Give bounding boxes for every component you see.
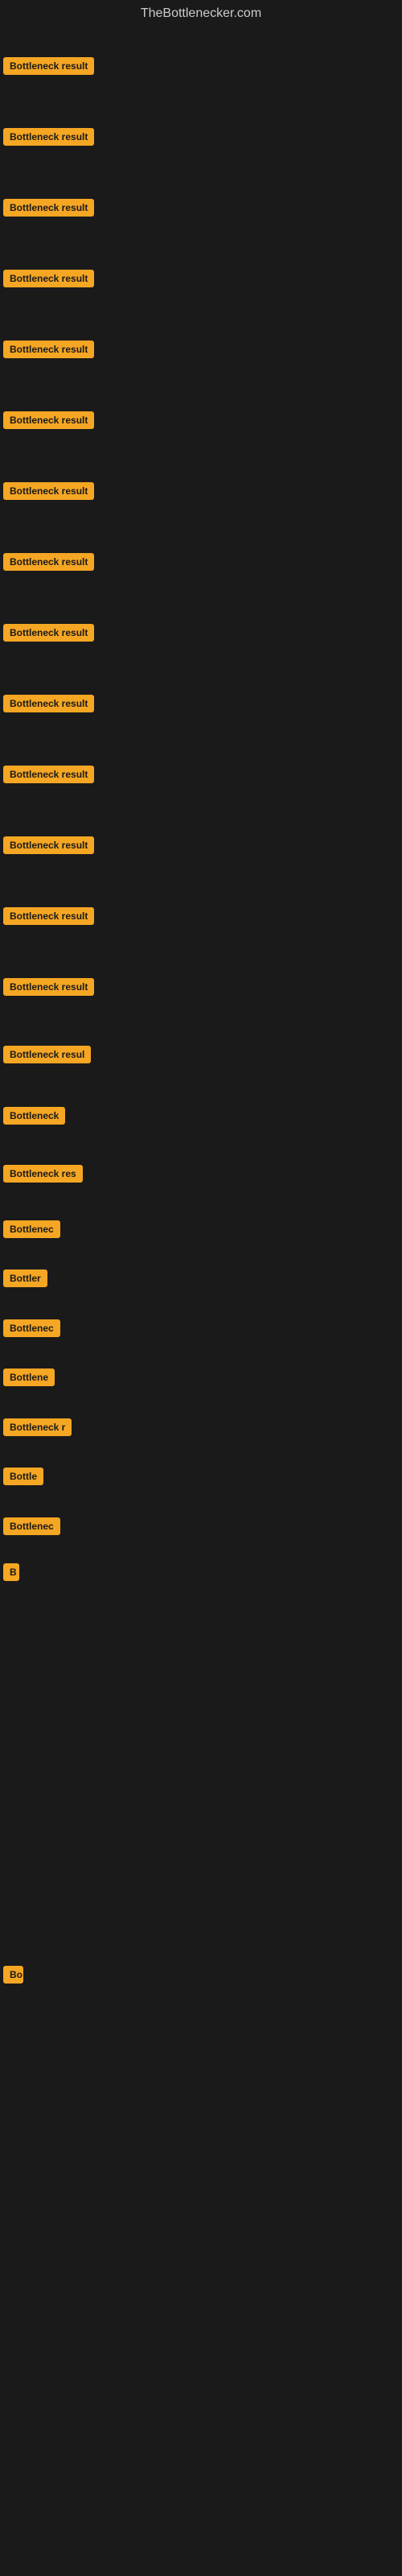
- list-item: Bottleneck result: [3, 172, 399, 243]
- bottleneck-badge[interactable]: Bottleneck result: [3, 128, 94, 146]
- bottleneck-badge[interactable]: Bottler: [3, 1269, 47, 1287]
- bottleneck-badge[interactable]: Bottleneck resul: [3, 1046, 91, 1063]
- list-item: Bottlenec: [3, 1500, 399, 1552]
- list-item: Bottleneck result: [3, 456, 399, 526]
- list-item: [3, 1733, 399, 1838]
- list-item: Bottleneck result: [3, 668, 399, 739]
- list-item: Bottleneck result: [3, 597, 399, 668]
- list-item: [3, 2007, 399, 2112]
- bottleneck-badge[interactable]: Bottleneck result: [3, 553, 94, 571]
- bottleneck-badge[interactable]: Bottleneck result: [3, 270, 94, 287]
- list-item: [3, 2216, 399, 2321]
- bottleneck-badge[interactable]: Bottleneck result: [3, 624, 94, 642]
- bottleneck-badge[interactable]: Bottle: [3, 1468, 43, 1485]
- bottleneck-badge[interactable]: Bottleneck result: [3, 695, 94, 712]
- bottleneck-badge[interactable]: Bottleneck res: [3, 1165, 83, 1183]
- bottleneck-badge[interactable]: Bottleneck result: [3, 836, 94, 854]
- bottleneck-badge[interactable]: B: [3, 1563, 19, 1581]
- list-item: B: [3, 1552, 399, 1592]
- list-item: Bottleneck result: [3, 243, 399, 314]
- list-item: Bottler: [3, 1255, 399, 1302]
- list-item: Bottleneck: [3, 1087, 399, 1145]
- bottleneck-badge[interactable]: Bottlenec: [3, 1319, 60, 1337]
- bottleneck-badge[interactable]: Bottlenec: [3, 1517, 60, 1535]
- bottleneck-badge[interactable]: Bottleneck result: [3, 57, 94, 75]
- list-item: Bottleneck result: [3, 881, 399, 952]
- list-item: Bottleneck result: [3, 810, 399, 881]
- list-item: Bottleneck res: [3, 1145, 399, 1203]
- bottleneck-badge[interactable]: Bottleneck r: [3, 1418, 72, 1436]
- list-item: Bo: [3, 1942, 399, 2007]
- bottleneck-badge[interactable]: Bottleneck result: [3, 411, 94, 429]
- list-item: Bottlenec: [3, 1302, 399, 1354]
- list-item: Bottlenec: [3, 1203, 399, 1255]
- bottleneck-badge[interactable]: Bottleneck result: [3, 341, 94, 358]
- list-item: Bottleneck result: [3, 314, 399, 385]
- list-item: Bottleneck result: [3, 101, 399, 172]
- list-item: Bottleneck result: [3, 31, 399, 101]
- list-item: Bottleneck result: [3, 739, 399, 810]
- list-item: Bottlene: [3, 1354, 399, 1401]
- list-item: Bottleneck resul: [3, 1022, 399, 1087]
- list-item: [3, 1838, 399, 1942]
- list-item: [3, 2321, 399, 2417]
- site-title-bar: TheBottlenecker.com: [0, 0, 402, 27]
- bottleneck-badge[interactable]: Bottlenec: [3, 1220, 60, 1238]
- bottleneck-badge[interactable]: Bottlene: [3, 1368, 55, 1386]
- list-item: [3, 1629, 399, 1733]
- bottleneck-badge[interactable]: Bo: [3, 1966, 23, 1984]
- bottleneck-badge[interactable]: Bottleneck result: [3, 482, 94, 500]
- bottleneck-badge[interactable]: Bottleneck result: [3, 199, 94, 217]
- bottleneck-badge[interactable]: Bottleneck result: [3, 766, 94, 783]
- bottleneck-badge[interactable]: Bottleneck result: [3, 978, 94, 996]
- bottleneck-list: Bottleneck result Bottleneck result Bottle…: [0, 27, 402, 2421]
- site-title: TheBottlenecker.com: [0, 0, 402, 27]
- list-item: Bottle: [3, 1453, 399, 1500]
- list-item: Bottleneck result: [3, 526, 399, 597]
- list-item: [3, 1592, 399, 1629]
- list-item: Bottleneck result: [3, 952, 399, 1022]
- list-item: Bottleneck r: [3, 1401, 399, 1453]
- list-item: Bottleneck result: [3, 385, 399, 456]
- list-item: [3, 2112, 399, 2216]
- bottleneck-badge[interactable]: Bottleneck result: [3, 907, 94, 925]
- bottleneck-badge[interactable]: Bottleneck: [3, 1107, 65, 1125]
